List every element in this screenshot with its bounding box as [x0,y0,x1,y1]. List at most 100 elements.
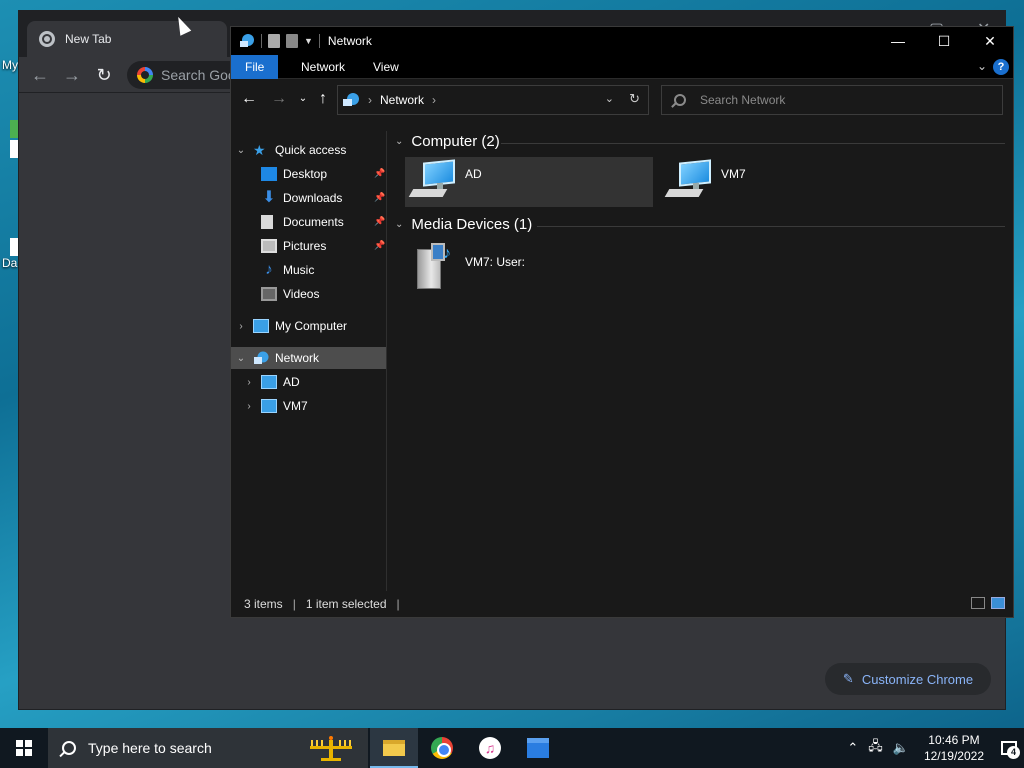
ribbon-expand-icon[interactable]: ⌄ [977,59,987,73]
group-divider [501,143,1005,144]
group-header-label: Media Devices (1) [411,216,533,233]
collapsed-chevron-icon[interactable]: › [241,401,257,412]
refresh-icon[interactable]: ↻ [629,91,640,107]
expanded-chevron-icon[interactable]: ⌄ [233,145,249,156]
media-device-vm7-user[interactable]: ♪ VM7: User: [405,241,653,297]
taskbar-chrome[interactable] [418,728,466,768]
media-server-icon: ♪ [411,241,459,293]
pin-icon[interactable]: 📌 [374,240,385,250]
properties-icon[interactable] [268,34,280,48]
network-item-vm7[interactable]: VM7 [661,157,909,207]
desktop-label-da: Da [2,256,18,270]
tray-expand-icon[interactable]: ⌃ [847,740,858,756]
nav-item-music[interactable]: ♪ Music [231,259,386,281]
nav-network-vm7[interactable]: › VM7 [231,395,386,417]
nav-quick-access[interactable]: ⌄ ★ Quick access [231,139,386,161]
action-center-button[interactable]: 4 [994,728,1024,768]
large-icons-view-icon[interactable] [991,597,1005,609]
nav-item-pictures[interactable]: Pictures 📌 [231,235,386,257]
folder-icon [383,740,405,756]
recent-locations-chevron-icon[interactable]: ⌄ [293,89,313,109]
taskbar: Type here to search ♫ ⌃ 🖧 🔈 10:46 PM 12/… [0,728,1024,768]
details-view-icon[interactable] [971,597,985,609]
nav-item-videos[interactable]: Videos [231,283,386,305]
expanded-chevron-icon[interactable]: ⌄ [233,353,249,364]
pin-icon[interactable]: 📌 [374,192,385,202]
nav-my-computer[interactable]: › My Computer [231,315,386,337]
taskbar-search-placeholder: Type here to search [88,740,212,756]
nav-item-downloads[interactable]: ⬇ Downloads 📌 [231,187,386,209]
network-status-icon[interactable]: 🖧 [868,737,883,759]
ribbon-tab-file[interactable]: File [231,55,279,79]
explorer-close-button[interactable]: ✕ [967,27,1013,55]
help-button[interactable]: ? [993,59,1009,75]
taskbar-clock[interactable]: 10:46 PM 12/19/2022 [924,732,984,764]
address-segment-network[interactable]: Network [380,93,424,107]
up-arrow-icon[interactable]: ↑ [313,89,333,109]
group-collapse-icon[interactable]: ⌄ [395,219,403,230]
status-separator: | [396,597,400,611]
pin-icon[interactable]: 📌 [374,168,385,178]
desktop-icon-fragment [10,238,18,256]
group-header-label: Computer (2) [411,133,500,150]
chrome-tab-new-tab[interactable]: New Tab [27,21,227,57]
nav-label: Quick access [275,143,347,157]
taskbar-store[interactable] [514,728,562,768]
nav-label: AD [283,375,300,389]
address-separator-icon: › [368,93,372,107]
desktop-icon-fragment [10,140,18,158]
status-separator: | [292,597,296,611]
chrome-back-icon[interactable]: ← [29,64,51,86]
address-dropdown-icon[interactable]: ⌄ [605,92,614,105]
address-separator-icon[interactable]: › [432,93,436,107]
search-network-input[interactable]: Search Network [661,85,1003,115]
forward-arrow-icon[interactable]: → [269,89,289,109]
nav-item-desktop[interactable]: Desktop 📌 [231,163,386,185]
pencil-icon: ✎ [842,671,854,686]
explorer-maximize-button[interactable]: ☐ [921,27,967,55]
back-arrow-icon[interactable]: ← [239,89,259,109]
explorer-minimize-button[interactable]: — [875,27,921,55]
nav-label: Documents [283,215,344,229]
chrome-icon [431,737,453,759]
explorer-title-bar[interactable]: ▼ Network — ☐ ✕ [231,27,1013,55]
computer-icon [253,319,269,333]
windows-logo-icon [16,740,32,756]
nav-item-documents[interactable]: Documents 📌 [231,211,386,233]
computer-icon [664,159,715,205]
nav-network-ad[interactable]: › AD [231,371,386,393]
network-item-ad[interactable]: AD [405,157,653,207]
chrome-reload-icon[interactable]: ↻ [93,64,115,86]
pin-icon[interactable]: 📌 [374,216,385,226]
chrome-forward-icon[interactable]: → [61,64,83,86]
customize-chrome-button[interactable]: ✎ Customize Chrome [825,663,991,695]
nav-network[interactable]: ⌄ Network [231,347,386,369]
group-header-media-devices[interactable]: ⌄ Media Devices (1) [395,216,532,233]
ribbon-tab-network[interactable]: Network [287,55,359,79]
navigation-pane: ⌄ ★ Quick access Desktop 📌 ⬇ Downloads 📌… [231,131,387,593]
nav-label: VM7 [283,399,308,413]
google-logo-icon [137,67,153,83]
menorah-icon [310,736,352,761]
search-icon [674,94,686,106]
qat-dropdown-icon[interactable]: ▼ [304,36,313,46]
address-bar[interactable]: › Network › ⌄ ↻ [337,85,649,115]
network-icon [240,34,254,47]
clock-time: 10:46 PM [928,733,980,747]
ribbon-tabs: File Network View ⌄ ? [231,55,1013,79]
store-icon [527,738,549,758]
search-placeholder: Search Network [700,93,786,107]
collapsed-chevron-icon[interactable]: › [233,321,249,332]
taskbar-search-box[interactable]: Type here to search [48,728,368,768]
ribbon-tab-view[interactable]: View [359,55,413,79]
new-folder-icon[interactable] [286,34,298,48]
start-button[interactable] [0,728,48,768]
taskbar-file-explorer[interactable] [370,728,418,768]
network-item-label: AD [465,167,482,181]
taskbar-itunes[interactable]: ♫ [466,728,514,768]
group-header-computer[interactable]: ⌄ Computer (2) [395,133,500,150]
volume-icon[interactable]: 🔈 [893,740,909,756]
group-collapse-icon[interactable]: ⌄ [395,136,403,147]
nav-label: Videos [283,287,320,301]
collapsed-chevron-icon[interactable]: › [241,377,257,388]
